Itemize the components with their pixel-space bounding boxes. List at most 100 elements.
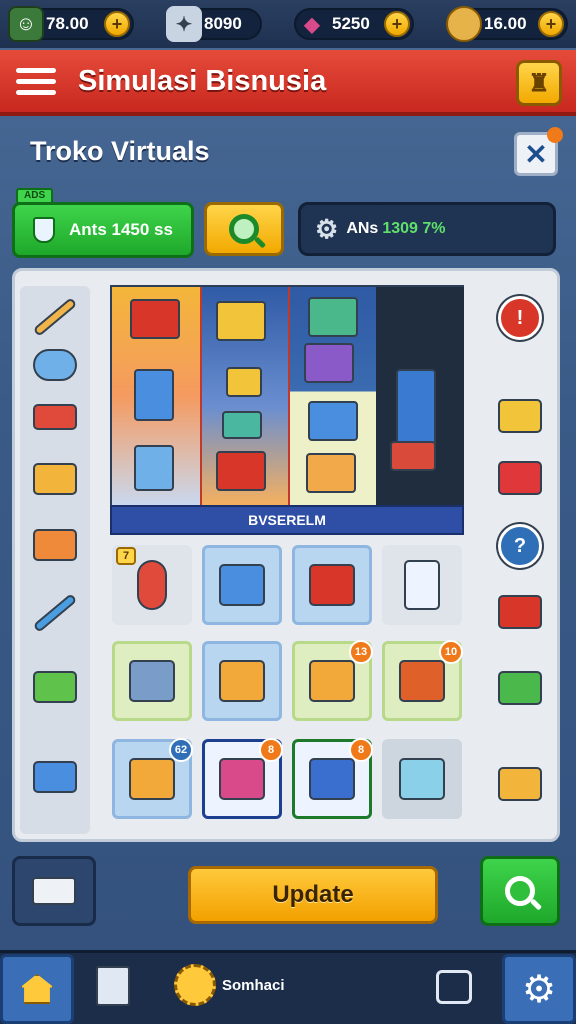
- box-yellow-icon[interactable]: [30, 458, 80, 500]
- gem-icon: ◆: [304, 13, 320, 36]
- settings-icon[interactable]: ⚙: [502, 954, 576, 1024]
- featured-banner: BVSERELM: [110, 505, 464, 535]
- coin-icon: [446, 6, 482, 42]
- item-badge: 62: [169, 738, 193, 762]
- item-badge: 8: [259, 738, 283, 762]
- avatar-icon[interactable]: ☺: [8, 6, 44, 42]
- brush-icon[interactable]: [30, 592, 80, 634]
- ads-button-label: Ants 1450 ss: [69, 220, 173, 239]
- notification-dot: [547, 127, 563, 143]
- resource-gems: ◆ 5250 +: [294, 8, 414, 40]
- item-badge: 10: [439, 640, 463, 664]
- register-item-icon: [219, 660, 265, 702]
- produce-crate-icon: [309, 660, 355, 702]
- resource-coins-value: 16.00: [484, 14, 527, 33]
- hamburger-icon[interactable]: [16, 67, 56, 95]
- nav-shop-label: Somhaci: [222, 976, 285, 994]
- delivery-button[interactable]: [12, 856, 96, 926]
- store-title: Troko Virtuals: [30, 136, 210, 166]
- grid-item[interactable]: 62: [112, 738, 193, 819]
- calendar-icon: [399, 758, 445, 800]
- stats-label: ANs: [346, 220, 379, 237]
- nav-shop[interactable]: Somhaci: [174, 960, 285, 1010]
- pencil-icon[interactable]: [30, 296, 80, 338]
- plant-box-icon: [216, 301, 266, 341]
- add-gems-button[interactable]: +: [384, 11, 410, 37]
- bin-item-icon: [134, 369, 174, 421]
- crate-item-icon: [226, 367, 262, 397]
- truck-icon: [32, 877, 76, 905]
- help-icon[interactable]: ?: [496, 524, 544, 568]
- grid-item[interactable]: [292, 545, 372, 625]
- basket-icon: [306, 453, 356, 493]
- grid-item[interactable]: 7: [112, 545, 192, 625]
- grid-item[interactable]: 8: [202, 738, 283, 819]
- item-badge: 13: [349, 640, 373, 664]
- crate-icon[interactable]: [496, 668, 544, 708]
- resource-workers-value: 8090: [204, 14, 242, 33]
- grid-item[interactable]: 8: [292, 738, 373, 819]
- safe-icon: [399, 660, 445, 702]
- stapler-icon[interactable]: [30, 396, 80, 438]
- chest-icon[interactable]: [496, 764, 544, 804]
- close-icon[interactable]: ✕: [514, 127, 563, 176]
- stall-icon: [309, 564, 355, 606]
- featured-categories: [110, 285, 464, 505]
- purple-box-icon: [304, 343, 354, 383]
- resource-money: ☺ 78.00 +: [8, 6, 134, 42]
- tray-item-icon: [222, 411, 262, 439]
- box-orange-icon[interactable]: [30, 524, 80, 566]
- sun-gear-icon: [174, 964, 216, 1006]
- nav-home[interactable]: [0, 954, 74, 1024]
- stats-panel: ⚙ ANs 1309 7%: [298, 202, 556, 256]
- green-box-icon: [308, 297, 358, 337]
- robot-icon: ✦: [166, 6, 202, 42]
- trophy-icon[interactable]: ♜: [516, 60, 562, 106]
- search-icon: [505, 876, 535, 906]
- shop-item-icon: [130, 299, 180, 339]
- tray-icon[interactable]: [496, 396, 544, 436]
- grid-item[interactable]: [112, 641, 192, 721]
- bottom-nav: [0, 950, 576, 1024]
- grid-item[interactable]: [382, 739, 462, 819]
- resource-coins: 16.00 +: [446, 6, 568, 42]
- stand-icon: [137, 560, 167, 610]
- lock-icon[interactable]: [436, 970, 472, 1004]
- toy-chest-icon: [219, 758, 265, 800]
- register-icon[interactable]: [496, 458, 544, 498]
- blue-box-icon: [308, 401, 358, 441]
- counter-icon: [390, 441, 436, 471]
- resource-money-value: 78.00: [46, 14, 89, 33]
- mailbox-icon: [129, 758, 175, 800]
- document-icon: [404, 560, 440, 610]
- stats-value: 1309 7%: [382, 220, 446, 237]
- item-badge: 8: [349, 738, 373, 762]
- grid-item[interactable]: 10: [382, 640, 463, 721]
- item-badge: 7: [116, 547, 136, 565]
- search-button-top[interactable]: [204, 202, 284, 256]
- drawer-item-icon: [216, 451, 266, 491]
- roll-icon[interactable]: [30, 344, 80, 386]
- server-icon: [129, 660, 175, 702]
- grid-item[interactable]: 13: [292, 640, 373, 721]
- grid-item[interactable]: [202, 545, 282, 625]
- cabinet-item-icon: [134, 445, 174, 491]
- box-blue-icon[interactable]: [30, 756, 80, 798]
- shield-icon: [33, 217, 55, 243]
- add-coins-button[interactable]: +: [538, 11, 564, 37]
- ads-button[interactable]: Ants 1450 ss: [12, 202, 194, 258]
- search-button-bottom[interactable]: [480, 856, 560, 926]
- resource-workers: ✦ 8090: [166, 6, 262, 42]
- box-green-icon[interactable]: [30, 666, 80, 708]
- document-nav-icon[interactable]: [96, 966, 130, 1006]
- cabinet-icon[interactable]: [496, 592, 544, 632]
- alert-icon[interactable]: !: [496, 296, 544, 340]
- page-title: Simulasi Bisnusia: [78, 64, 327, 97]
- grid-item[interactable]: [202, 641, 282, 721]
- add-money-button[interactable]: +: [104, 11, 130, 37]
- cart-icon: [219, 564, 265, 606]
- gift-box-icon: [309, 758, 355, 800]
- update-button[interactable]: Update: [188, 866, 438, 924]
- ads-tag: ADS: [16, 188, 54, 204]
- grid-item[interactable]: [382, 545, 462, 625]
